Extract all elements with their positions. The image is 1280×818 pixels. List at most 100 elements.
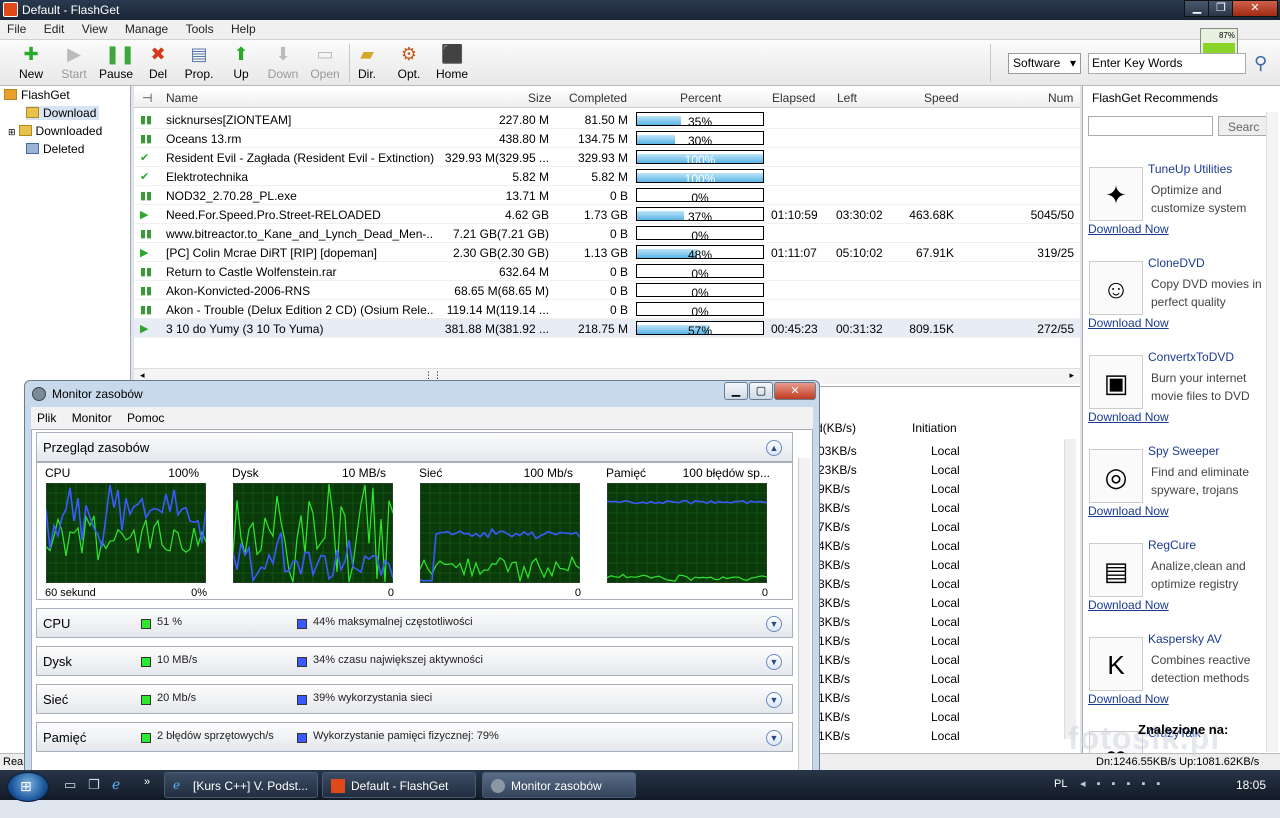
- regcure-box-icon[interactable]: ▤: [1089, 543, 1143, 597]
- open-button[interactable]: ▭ Open: [303, 43, 347, 81]
- section-0-header[interactable]: CPU 51 % 44% maksymalnej częstotliwości ▼: [36, 608, 793, 638]
- column-percent[interactable]: Percent: [680, 91, 721, 105]
- table-row[interactable]: ▮▮ Akon - Trouble (Delux Edition 2 CD) (O…: [134, 300, 1080, 319]
- pin-column-icon[interactable]: ⊣: [142, 91, 152, 105]
- properties-button[interactable]: ▤ Prop.: [177, 43, 221, 81]
- recommends-search-input[interactable]: [1088, 116, 1213, 136]
- column-size[interactable]: Size: [528, 91, 551, 105]
- section-3-header[interactable]: Pamięć 2 błędów sprzętowych/s Wykorzystani…: [36, 722, 793, 752]
- overview-section-header[interactable]: Przegląd zasobów ▲: [36, 432, 793, 462]
- monitor-maximize-button[interactable]: ▢: [749, 382, 773, 400]
- ie-quicklaunch-icon[interactable]: ℯ: [112, 776, 120, 793]
- download-now-link[interactable]: Download Now: [1088, 598, 1169, 612]
- menu-tools[interactable]: Tools: [179, 20, 221, 38]
- table-row[interactable]: ▶ [PC] Colin Mcrae DiRT [RIP] [dopeman] 2.…: [134, 243, 1080, 262]
- recommend-item[interactable]: ✦ TuneUp Utilities Optimize and customize …: [1087, 162, 1272, 254]
- recommend-item[interactable]: ☺ CloneDVD Copy DVD movies in perfect qual…: [1087, 256, 1272, 348]
- table-row[interactable]: ✔ Resident Evil - Zagłada (Resident Evil …: [134, 148, 1080, 167]
- sheep-icon[interactable]: ☺: [1089, 261, 1143, 315]
- monitor-close-button[interactable]: ✕: [774, 382, 816, 400]
- table-row[interactable]: ▮▮ NOD32_2.70.28_PL.exe 13.71 M 0 B 0%: [134, 186, 1080, 205]
- home-button[interactable]: ⬛ Home: [430, 43, 474, 81]
- menu-help[interactable]: Help: [224, 20, 263, 38]
- radar-icon[interactable]: ◎: [1089, 449, 1143, 503]
- section-1-header[interactable]: Dysk 10 MB/s 34% czasu największej aktywno…: [36, 646, 793, 676]
- download-now-link[interactable]: Download Now: [1088, 316, 1169, 330]
- table-row[interactable]: ▮▮ sicknurses[ZIONTEAM] 227.80 M 81.50 M 35%: [134, 110, 1080, 129]
- recommend-name[interactable]: Spy Sweeper: [1148, 444, 1219, 458]
- chevron-down-icon[interactable]: ▼: [766, 654, 782, 670]
- minimize-button[interactable]: ▁: [1184, 0, 1210, 17]
- task-resource-monitor[interactable]: Monitor zasobów: [482, 772, 636, 798]
- recommend-item[interactable]: ▣ ConvertxToDVD Burn your internet movie f…: [1087, 350, 1272, 442]
- column-initiation[interactable]: Initiation: [912, 421, 957, 435]
- switch-windows-icon[interactable]: ❐: [88, 777, 100, 793]
- chevron-down-icon[interactable]: ▼: [766, 616, 782, 632]
- column-speed[interactable]: Speed: [924, 91, 959, 105]
- category-select[interactable]: Software: [1008, 53, 1081, 74]
- start-button[interactable]: ▶ Start: [52, 43, 96, 81]
- up-button[interactable]: ⬆ Up: [219, 43, 263, 81]
- table-row[interactable]: ▮▮ www.bitreactor.to_Kane_and_Lynch_Dead_…: [134, 224, 1080, 243]
- chevron-down-icon[interactable]: ▼: [766, 730, 782, 746]
- delete-button[interactable]: ✖ Del: [136, 43, 180, 81]
- table-row[interactable]: ▶ 3 10 do Yumy (3 10 To Yuma) 381.88 M(381…: [134, 319, 1080, 338]
- start-button[interactable]: ⊞: [7, 772, 49, 802]
- clock[interactable]: 18:05: [1236, 778, 1266, 792]
- kaspersky-icon[interactable]: K: [1089, 637, 1143, 691]
- dir-button[interactable]: ▰ Dir.: [345, 43, 389, 81]
- tree-item-deleted[interactable]: Deleted: [26, 142, 84, 156]
- column-speed-kbs[interactable]: d(KB/s): [816, 421, 856, 435]
- search-icon[interactable]: ⚲: [1254, 53, 1267, 74]
- recommend-name[interactable]: ConvertxToDVD: [1148, 350, 1234, 364]
- monitor-minimize-button[interactable]: ▁: [724, 382, 748, 400]
- column-left[interactable]: Left: [837, 91, 857, 105]
- column-name[interactable]: Name: [166, 91, 198, 105]
- download-now-link[interactable]: Download Now: [1088, 222, 1169, 236]
- table-row[interactable]: ▶ Need.For.Speed.Pro.Street-RELOADED 4.62 …: [134, 205, 1080, 224]
- tuneup-icon[interactable]: ✦: [1089, 167, 1143, 221]
- column-elapsed[interactable]: Elapsed: [772, 91, 815, 105]
- monitor-scrollbar[interactable]: [798, 458, 810, 770]
- monitor-menu-plik[interactable]: Plik: [31, 407, 62, 425]
- download-now-link[interactable]: Download Now: [1088, 692, 1169, 706]
- new-button[interactable]: ✚ New: [9, 43, 53, 81]
- monitor-menu-pomoc[interactable]: Pomoc: [121, 407, 170, 425]
- menu-view[interactable]: View: [75, 20, 115, 38]
- recommend-name[interactable]: RegCure: [1148, 538, 1196, 552]
- tree-item-download[interactable]: Download: [26, 106, 100, 120]
- chevron-down-icon[interactable]: ▼: [766, 692, 782, 708]
- menu-edit[interactable]: Edit: [37, 20, 72, 38]
- keyword-search-input[interactable]: Enter Key Words: [1088, 53, 1246, 74]
- scroll-right-icon[interactable]: ▸: [1069, 370, 1074, 381]
- tree-item-downloaded[interactable]: ⊞ Downloaded: [8, 124, 102, 138]
- tray-icons[interactable]: ◂ ▪ ▪ ▪ ▪ ▪: [1080, 777, 1164, 790]
- expand-icon[interactable]: ⊞: [8, 127, 16, 137]
- section-2-header[interactable]: Sieć 20 Mb/s 39% wykorzystania sieci ▼: [36, 684, 793, 714]
- table-row[interactable]: ✔ Elektrotechnika 5.82 M 5.82 M 100%: [134, 167, 1080, 186]
- maximize-button[interactable]: ❐: [1208, 0, 1234, 17]
- column-num[interactable]: Num: [1048, 91, 1073, 105]
- recommend-name[interactable]: CloneDVD: [1148, 256, 1205, 270]
- table-row[interactable]: ▮▮ Akon-Konvicted-2006-RNS 68.65 M(68.65 M…: [134, 281, 1080, 300]
- recommends-scrollbar[interactable]: [1266, 112, 1278, 752]
- menu-manage[interactable]: Manage: [118, 20, 175, 38]
- column-completed[interactable]: Completed: [569, 91, 627, 105]
- recommend-item[interactable]: ▤ RegCure Analize,clean and optimize regis…: [1087, 538, 1272, 630]
- chevron-up-icon[interactable]: ▲: [766, 440, 782, 456]
- close-button[interactable]: ✕: [1232, 0, 1278, 17]
- down-button[interactable]: ⬇ Down: [261, 43, 305, 81]
- dvd-box-icon[interactable]: ▣: [1089, 355, 1143, 409]
- recommend-item[interactable]: ◎ Spy Sweeper Find and eliminate spyware, …: [1087, 444, 1272, 536]
- show-desktop-icon[interactable]: ▭: [64, 777, 76, 793]
- recommend-name[interactable]: TuneUp Utilities: [1148, 162, 1232, 176]
- table-row[interactable]: ▮▮ Oceans 13.rm 438.80 M 134.75 M 30%: [134, 129, 1080, 148]
- recommend-item[interactable]: K Kaspersky AV Combines reactive detection…: [1087, 632, 1272, 724]
- pause-button[interactable]: ❚❚ Pause: [94, 43, 138, 81]
- vertical-scrollbar[interactable]: [1064, 439, 1076, 739]
- table-row[interactable]: ▮▮ Return to Castle Wolfenstein.rar 632.64…: [134, 262, 1080, 281]
- menu-file[interactable]: File: [0, 20, 33, 38]
- tree-item-flashget[interactable]: FlashGet: [4, 88, 70, 102]
- more-quicklaunch-icon[interactable]: »: [144, 776, 150, 788]
- download-now-link[interactable]: Download Now: [1088, 504, 1169, 518]
